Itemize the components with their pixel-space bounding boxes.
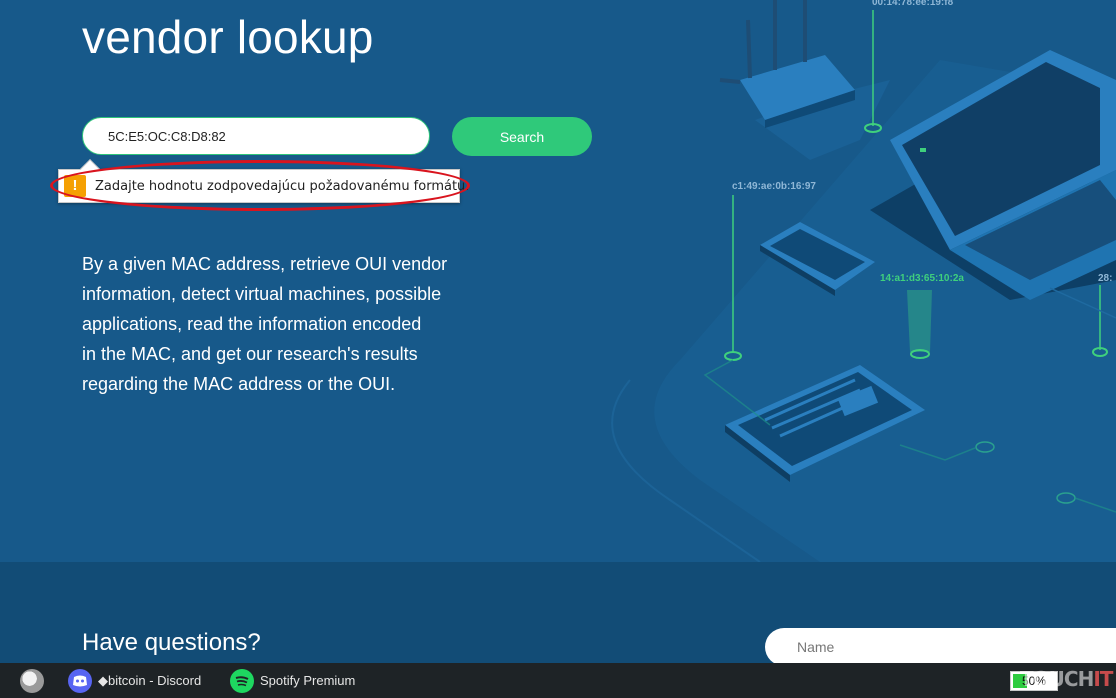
contact-section: Have questions?: [0, 562, 1116, 666]
name-input[interactable]: [765, 628, 1116, 666]
page-title: vendor lookup: [82, 11, 374, 63]
description-line: information, detect virtual machines, po…: [82, 284, 442, 304]
mac-label-router: 00:14:78:ee:19:f8: [872, 0, 954, 8]
taskbar-label: ◆bitcoin - Discord: [98, 672, 202, 688]
validation-tooltip: ! Zadajte hodnotu zodpovedajúcu požadova…: [58, 169, 469, 203]
description-line: regarding the MAC address or the OUI.: [82, 374, 396, 394]
description-line: applications, read the information encod…: [82, 314, 422, 334]
taskbar-spotify[interactable]: Spotify Premium: [230, 663, 355, 698]
network-illustration: [611, 0, 1116, 562]
mac-label-tablet: 14:a1:d3:65:10:2a: [880, 273, 964, 284]
watermark-logo: TOUCHIT: [1020, 667, 1113, 691]
mac-search-input[interactable]: [82, 117, 430, 155]
router-icon: [719, 0, 890, 160]
mac-label-edge: 28:: [1098, 273, 1113, 284]
taskbar-app-1[interactable]: [20, 663, 44, 698]
hero-section: vendor lookup Search ! Zadajte hodnotu z…: [0, 0, 1116, 562]
taskbar-label: Spotify Premium: [260, 673, 356, 688]
taskbar-discord[interactable]: ◆bitcoin - Discord: [68, 663, 201, 698]
taskbar: ◆bitcoin - Discord Spotify Premium 50%: [0, 663, 1116, 698]
app-icon: [20, 668, 44, 693]
warning-icon: !: [64, 175, 86, 197]
discord-icon: [68, 668, 92, 693]
mac-label-phone: c1:49:ae:0b:16:97: [732, 181, 816, 192]
description-line: in the MAC, and get our research's resul…: [82, 344, 418, 364]
hero-description: By a given MAC address, retrieve OUI ven…: [82, 249, 472, 399]
description-line: By a given MAC address, retrieve OUI ven…: [82, 254, 448, 274]
spotify-icon: [230, 668, 254, 693]
validation-message: Zadajte hodnotu zodpovedajúcu požadované…: [95, 179, 470, 194]
questions-title: Have questions?: [82, 629, 261, 656]
